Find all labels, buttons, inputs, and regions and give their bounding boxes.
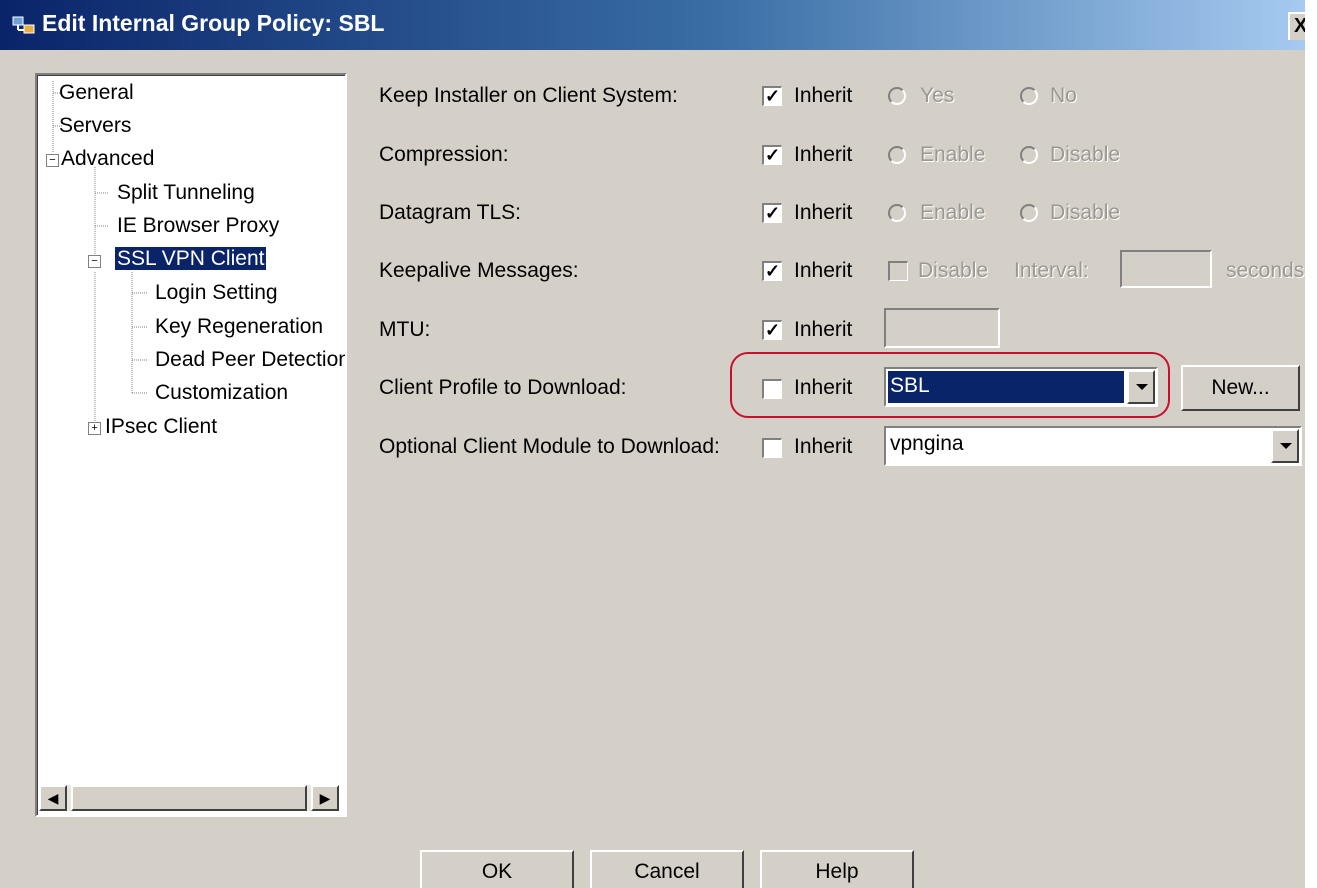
compression-label: Compression: (379, 143, 509, 166)
tree-item-general[interactable]: General (59, 81, 134, 105)
navigation-tree[interactable]: General Servers − Advanced Split Tunneli… (35, 73, 347, 817)
window-title: Edit Internal Group Policy: SBL (42, 10, 385, 36)
optional-module-select[interactable]: vpngina (884, 426, 1302, 466)
mtu-label: MTU: (379, 318, 431, 341)
optional-module-value: vpngina (890, 432, 964, 455)
title-bar[interactable]: Edit Internal Group Policy: SBL (0, 0, 1305, 50)
datagram-tls-inherit-checkbox[interactable]: ✓ (762, 203, 782, 223)
mtu-inherit-checkbox[interactable]: ✓ (762, 320, 782, 340)
ok-button[interactable]: OK (420, 850, 574, 888)
keep-installer-yes-radio[interactable] (888, 87, 906, 105)
compression-inherit-checkbox[interactable]: ✓ (762, 145, 782, 165)
optional-module-inherit-checkbox[interactable] (762, 438, 782, 458)
keep-installer-yes-label: Yes (920, 84, 955, 107)
collapse-icon[interactable]: − (46, 154, 59, 167)
keepalive-label: Keepalive Messages: (379, 259, 579, 282)
mtu-inherit-label: Inherit (794, 318, 853, 341)
keepalive-inherit-label: Inherit (794, 259, 853, 282)
tree-item-ie-browser-proxy[interactable]: IE Browser Proxy (117, 214, 279, 238)
optional-module-label: Optional Client Module to Download: (379, 435, 720, 458)
mtu-input[interactable] (884, 308, 1000, 348)
client-profile-label: Client Profile to Download: (379, 376, 627, 399)
cancel-button[interactable]: Cancel (590, 850, 744, 888)
scroll-right-icon[interactable]: ▶ (311, 785, 339, 811)
tree-item-servers[interactable]: Servers (59, 114, 131, 138)
tree-item-ipsec-client[interactable]: IPsec Client (105, 415, 217, 439)
compression-disable-label: Disable (1050, 143, 1121, 166)
keep-installer-inherit-label: Inherit (794, 84, 853, 107)
compression-disable-radio[interactable] (1020, 146, 1038, 164)
new-profile-button[interactable]: New... (1181, 365, 1300, 411)
compression-enable-label: Enable (920, 143, 986, 166)
tree-item-key-regeneration[interactable]: Key Regeneration (155, 315, 323, 339)
compression-inherit-label: Inherit (794, 143, 853, 166)
collapse-icon[interactable]: − (88, 255, 101, 268)
keep-installer-inherit-checkbox[interactable]: ✓ (762, 86, 782, 106)
scroll-thumb[interactable] (71, 785, 307, 811)
dialog-window: Edit Internal Group Policy: SBL X Genera… (0, 0, 1305, 888)
datagram-tls-enable-label: Enable (920, 201, 986, 224)
compression-enable-radio[interactable] (888, 146, 906, 164)
datagram-tls-label: Datagram TLS: (379, 201, 522, 224)
tree-item-ssl-vpn-client[interactable]: SSL VPN Client (115, 247, 267, 271)
scroll-left-icon[interactable]: ◀ (39, 785, 67, 811)
chevron-down-icon[interactable] (1271, 429, 1299, 463)
keepalive-disable-checkbox[interactable] (888, 261, 908, 281)
tree-item-dead-peer-detection[interactable]: Dead Peer Detection (155, 348, 345, 372)
keepalive-seconds-label: seconds (1226, 259, 1305, 282)
datagram-tls-disable-radio[interactable] (1020, 204, 1038, 222)
datagram-tls-inherit-label: Inherit (794, 201, 853, 224)
optional-module-inherit-label: Inherit (794, 435, 853, 458)
keep-installer-no-label: No (1050, 84, 1077, 107)
annotation-highlight (730, 352, 1170, 418)
expand-icon[interactable]: + (88, 422, 101, 435)
help-button[interactable]: Help (760, 850, 914, 888)
horizontal-scrollbar[interactable]: ◀ ▶ (39, 785, 339, 811)
close-button[interactable]: X (1288, 12, 1305, 40)
datagram-tls-enable-radio[interactable] (888, 204, 906, 222)
tree-item-split-tunneling[interactable]: Split Tunneling (117, 181, 255, 205)
tree-item-advanced[interactable]: Advanced (61, 147, 154, 171)
keepalive-disable-label: Disable (918, 259, 989, 282)
keep-installer-label: Keep Installer on Client System: (379, 84, 678, 107)
keep-installer-no-radio[interactable] (1020, 87, 1038, 105)
network-icon (12, 16, 35, 34)
datagram-tls-disable-label: Disable (1050, 201, 1121, 224)
keepalive-interval-label: Interval: (1014, 259, 1089, 282)
keepalive-inherit-checkbox[interactable]: ✓ (762, 261, 782, 281)
tree-item-login-setting[interactable]: Login Setting (155, 281, 278, 305)
keepalive-interval-input[interactable] (1120, 250, 1212, 288)
tree-item-customization[interactable]: Customization (155, 381, 288, 405)
